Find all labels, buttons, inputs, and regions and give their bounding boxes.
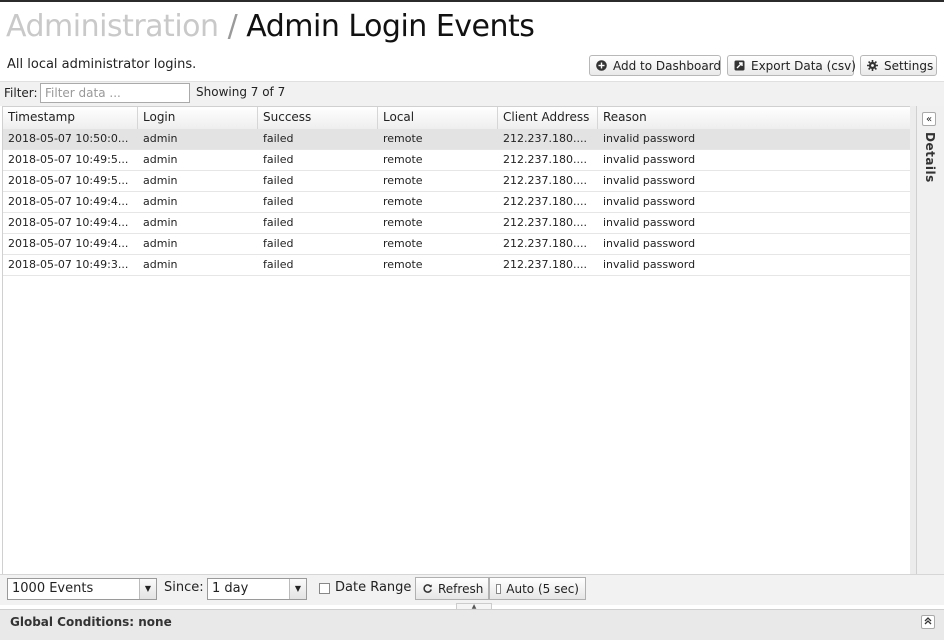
plus-circle-icon — [596, 60, 607, 72]
cell-local: remote — [383, 216, 423, 229]
cell-success: failed — [263, 258, 294, 271]
table-row[interactable]: 2018-05-07 10:50:0... admin failed remot… — [3, 129, 911, 150]
details-panel-label[interactable]: Details — [923, 132, 937, 183]
cell-reason: invalid password — [603, 258, 696, 271]
filter-label: Filter: — [4, 86, 38, 100]
table-row[interactable]: 2018-05-07 10:49:4... admin failed remot… — [3, 234, 911, 255]
cell-reason: invalid password — [603, 174, 696, 187]
cell-timestamp: 2018-05-07 10:49:3... — [8, 258, 129, 271]
export-data-label: Export Data (csv) — [751, 58, 856, 73]
add-to-dashboard-label: Add to Dashboard — [613, 58, 722, 73]
refresh-label: Refresh — [438, 581, 484, 596]
chevron-down-icon: ▼ — [139, 579, 156, 599]
cell-reason: invalid password — [603, 237, 696, 250]
cell-local: remote — [383, 174, 423, 187]
events-table: Timestamp Login Success Local Client Add… — [2, 106, 911, 575]
refresh-icon — [422, 583, 433, 595]
add-to-dashboard-button[interactable]: Add to Dashboard — [589, 55, 721, 76]
refresh-button[interactable]: Refresh — [415, 577, 489, 600]
cell-local: remote — [383, 153, 423, 166]
column-header-timestamp[interactable]: Timestamp — [3, 107, 138, 129]
top-border — [0, 0, 944, 2]
cell-timestamp: 2018-05-07 10:49:5... — [8, 153, 129, 166]
date-range-label[interactable]: Date Range — [335, 580, 411, 595]
auto-refresh-toggle[interactable]: Auto (5 sec) — [489, 577, 586, 600]
table-row[interactable]: 2018-05-07 10:49:5... admin failed remot… — [3, 171, 911, 192]
cell-success: failed — [263, 216, 294, 229]
cell-success: failed — [263, 195, 294, 208]
breadcrumb-administration[interactable]: Administration — [6, 9, 219, 44]
events-count-value: 1000 Events — [12, 581, 94, 596]
cell-success: failed — [263, 153, 294, 166]
table-header: Timestamp Login Success Local Client Add… — [3, 107, 911, 130]
page-title: Administration / Admin Login Events — [6, 8, 535, 46]
cell-login: admin — [143, 132, 178, 145]
cell-success: failed — [263, 174, 294, 187]
auto-refresh-label: Auto (5 sec) — [506, 581, 579, 596]
cell-local: remote — [383, 237, 423, 250]
cell-timestamp: 2018-05-07 10:49:4... — [8, 195, 129, 208]
global-conditions-label: Global Conditions: none — [10, 615, 172, 629]
cell-client-address: 212.237.180.... — [503, 237, 587, 250]
export-icon — [734, 60, 745, 72]
table-row[interactable]: 2018-05-07 10:49:5... admin failed remot… — [3, 150, 911, 171]
cell-client-address: 212.237.180.... — [503, 195, 587, 208]
cell-reason: invalid password — [603, 216, 696, 229]
column-header-reason[interactable]: Reason — [598, 107, 911, 129]
double-chevron-up-icon[interactable] — [921, 615, 935, 629]
cell-client-address: 212.237.180.... — [503, 258, 587, 271]
cell-client-address: 212.237.180.... — [503, 174, 587, 187]
cell-login: admin — [143, 195, 178, 208]
cell-success: failed — [263, 132, 294, 145]
column-header-login[interactable]: Login — [138, 107, 258, 129]
page-description: All local administrator logins. — [7, 57, 197, 72]
cell-timestamp: 2018-05-07 10:49:4... — [8, 216, 129, 229]
cell-reason: invalid password — [603, 195, 696, 208]
column-header-client-address[interactable]: Client Address — [498, 107, 598, 129]
double-chevron-left-icon[interactable]: « — [922, 112, 936, 126]
cell-reason: invalid password — [603, 132, 696, 145]
table-row[interactable]: 2018-05-07 10:49:4... admin failed remot… — [3, 192, 911, 213]
cell-client-address: 212.237.180.... — [503, 216, 587, 229]
cell-client-address: 212.237.180.... — [503, 153, 587, 166]
cell-login: admin — [143, 258, 178, 271]
events-count-select[interactable]: 1000 Events ▼ — [7, 578, 157, 600]
cell-login: admin — [143, 237, 178, 250]
cell-client-address: 212.237.180.... — [503, 132, 587, 145]
column-header-success[interactable]: Success — [258, 107, 378, 129]
cell-timestamp: 2018-05-07 10:49:4... — [8, 237, 129, 250]
cell-local: remote — [383, 258, 423, 271]
date-range-checkbox[interactable] — [319, 583, 330, 594]
showing-count: Showing 7 of 7 — [196, 85, 286, 99]
breadcrumb-separator: / — [227, 9, 238, 44]
gear-icon — [867, 60, 878, 72]
since-value: 1 day — [212, 581, 249, 596]
cell-login: admin — [143, 153, 178, 166]
column-header-local[interactable]: Local — [378, 107, 498, 129]
cell-local: remote — [383, 195, 423, 208]
cell-timestamp: 2018-05-07 10:49:5... — [8, 174, 129, 187]
cell-success: failed — [263, 237, 294, 250]
filter-input[interactable] — [40, 83, 190, 103]
page-heading: Admin Login Events — [246, 9, 535, 44]
cell-reason: invalid password — [603, 153, 696, 166]
cell-timestamp: 2018-05-07 10:50:0... — [8, 132, 129, 145]
table-row[interactable]: 2018-05-07 10:49:4... admin failed remot… — [3, 213, 911, 234]
table-row[interactable]: 2018-05-07 10:49:3... admin failed remot… — [3, 255, 911, 276]
export-data-button[interactable]: Export Data (csv) — [727, 55, 856, 76]
settings-label: Settings — [884, 58, 934, 73]
since-select[interactable]: 1 day ▼ — [207, 578, 307, 600]
auto-refresh-checkbox[interactable] — [496, 583, 502, 594]
since-label: Since: — [164, 580, 204, 595]
chevron-down-icon: ▼ — [289, 579, 306, 599]
settings-button[interactable]: Settings — [860, 55, 937, 76]
cell-login: admin — [143, 174, 178, 187]
cell-login: admin — [143, 216, 178, 229]
cell-local: remote — [383, 132, 423, 145]
